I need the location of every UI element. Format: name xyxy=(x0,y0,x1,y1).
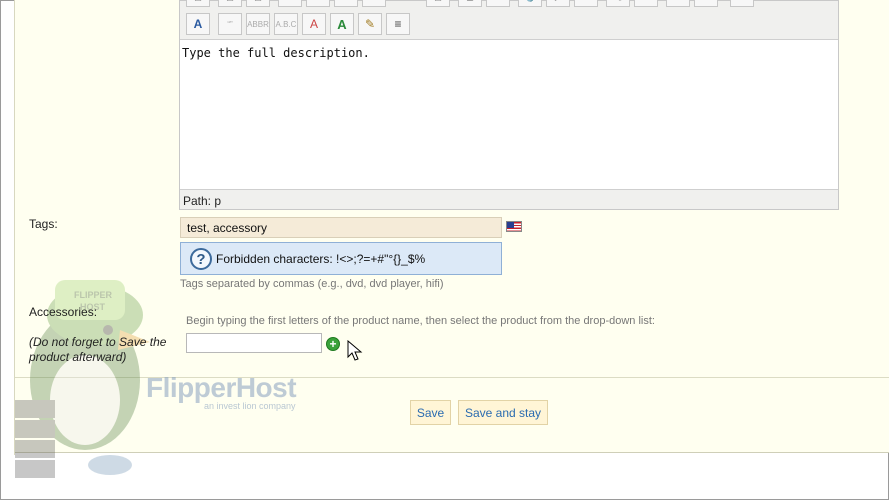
accessory-search-input[interactable] xyxy=(186,333,322,353)
mouse-cursor-icon xyxy=(347,340,363,361)
svg-text:FLIPPER: FLIPPER xyxy=(74,290,113,300)
accessories-note-line1: (Do not forget to Save the xyxy=(29,335,167,349)
toolbar-anchor-icon[interactable]: ⚓ xyxy=(518,0,542,7)
server-stack xyxy=(15,400,55,478)
description-editor: ▤ ▤ ▤ ▭ ↶ ↷ ⇥ ▣ ▦ ⊶ ⚓ ▶ ⌘ x₂ x² Ω ― ⛶ A … xyxy=(179,0,839,210)
save-button[interactable]: Save xyxy=(410,400,451,425)
toolbar-media-icon[interactable]: ▶ xyxy=(546,0,570,7)
forbidden-characters-text: Forbidden characters: !<>;?=+#"°{}_$% xyxy=(216,252,426,266)
toolbar-align-icon[interactable]: ≡ xyxy=(386,13,410,35)
toolbar-abbr-icon[interactable]: ABBR xyxy=(246,13,270,35)
tags-label: Tags: xyxy=(29,217,58,231)
toolbar-superscript-icon[interactable]: x² xyxy=(634,0,658,7)
tags-input[interactable]: test, accessory xyxy=(180,217,502,238)
toolbar-attributes-icon[interactable]: ✎ xyxy=(358,13,382,35)
toolbar-indent-icon[interactable]: ⇥ xyxy=(362,0,386,7)
toolbar-paste-text-icon[interactable]: ▤ xyxy=(218,0,242,7)
editor-path-bar: Path: p xyxy=(180,189,838,209)
toolbar-charmap-icon[interactable]: Ω xyxy=(666,0,690,7)
accessories-label: Accessories: xyxy=(29,305,98,319)
toolbar-fullscreen-icon[interactable]: ⛶ xyxy=(730,0,754,7)
watermark-brand: FlipperHost xyxy=(146,372,297,403)
toolbar-styles-icon[interactable]: A xyxy=(186,13,210,35)
toolbar-link-icon[interactable]: ⊶ xyxy=(486,0,510,7)
editor-content[interactable]: Type the full description. xyxy=(180,39,838,189)
accessories-instruction: Begin typing the first letters of the pr… xyxy=(186,315,655,327)
toolbar-paste-word-icon[interactable]: ▤ xyxy=(246,0,270,7)
add-icon[interactable]: + xyxy=(326,337,340,351)
watermark-tagline: an invest lion company xyxy=(204,401,296,411)
toolbar-undo-icon[interactable]: ↶ xyxy=(306,0,330,7)
editor-toolbar: ▤ ▤ ▤ ▭ ↶ ↷ ⇥ ▣ ▦ ⊶ ⚓ ▶ ⌘ x₂ x² Ω ― ⛶ A … xyxy=(180,0,838,39)
toolbar-hr-icon[interactable]: ― xyxy=(694,0,718,7)
mascot-feet xyxy=(88,455,132,475)
help-icon: ? xyxy=(190,248,212,270)
tags-help-text: Tags separated by commas (e.g., dvd, dvd… xyxy=(180,278,444,290)
toolbar-table-icon[interactable]: ▦ xyxy=(458,0,482,7)
toolbar-code-icon[interactable]: ⌘ xyxy=(574,0,598,7)
toolbar-subscript-icon[interactable]: x₂ xyxy=(606,0,630,7)
toolbar-strikethrough-icon[interactable]: A xyxy=(302,13,326,35)
toolbar-blockquote-icon[interactable]: “” xyxy=(218,13,242,35)
toolbar-redo-icon[interactable]: ↷ xyxy=(334,0,358,7)
toolbar-paste-icon[interactable]: ▤ xyxy=(186,0,210,7)
forbidden-characters-hint: ? Forbidden characters: !<>;?=+#"°{}_$% xyxy=(180,242,502,275)
toolbar-acronym-icon[interactable]: A.B.C xyxy=(274,13,298,35)
toolbar-text-color-icon[interactable]: A xyxy=(330,13,354,35)
toolbar-image-icon[interactable]: ▣ xyxy=(426,0,450,7)
accessories-note-line2: product afterward) xyxy=(29,350,127,364)
toolbar-select-all-icon[interactable]: ▭ xyxy=(278,0,302,7)
save-and-stay-button[interactable]: Save and stay xyxy=(458,400,548,425)
us-flag-icon[interactable] xyxy=(506,221,522,232)
